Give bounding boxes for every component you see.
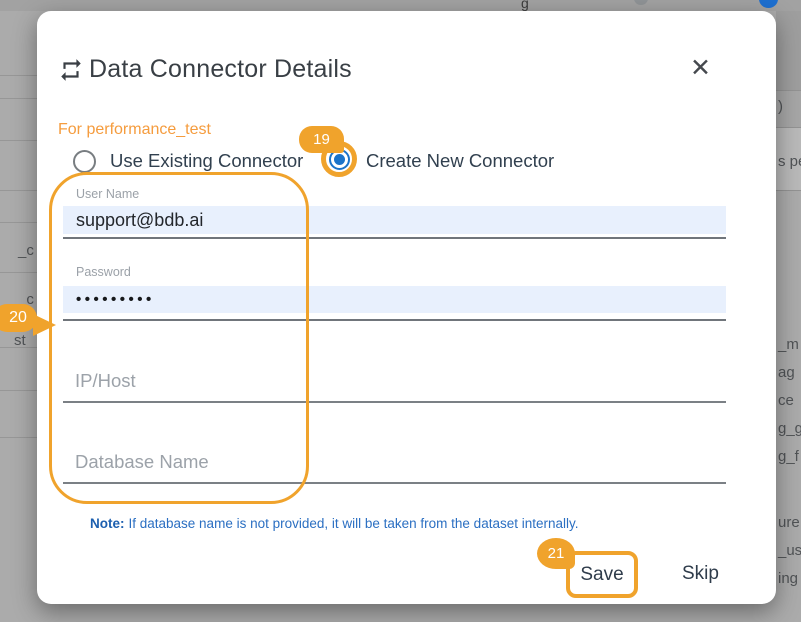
bg-row-divider [0,190,37,191]
dataset-subtitle: For performance_test [58,121,211,139]
annotation-step-badge-20: 20 [0,304,37,332]
radio-use-existing-connector[interactable] [73,150,96,173]
header-avatar-icon [634,0,648,5]
ip-host-underline [63,401,726,403]
bg-text-fragment: g [521,0,529,11]
header-user-avatar-icon [759,0,778,8]
bg-text-fragment: ure [778,514,800,531]
annotation-step-badge-19: 19 [299,126,344,153]
password-label: Password [76,265,131,279]
dialog-title: Data Connector Details [89,55,352,84]
database-name-underline [63,482,726,484]
repeat-arrows-icon [58,57,84,83]
note-text: Note: If database name is not provided, i… [90,516,579,531]
bg-text-fragment: _c [18,242,34,259]
radio-label-use-existing[interactable]: Use Existing Connector [110,150,303,172]
ip-host-input[interactable]: IP/Host [75,370,136,392]
bg-text-fragment: g_g [778,420,801,437]
note-label: Note: [90,516,125,531]
bg-row-divider [0,437,37,438]
password-input[interactable]: ••••••••• [63,286,726,313]
bg-row-divider [776,90,801,91]
bg-text-fragment: st [14,332,26,349]
bg-text-fragment: ce [778,392,794,409]
save-button[interactable]: Save [580,564,623,586]
username-input[interactable]: support@bdb.ai [63,206,726,234]
bg-text-fragment: ) [778,98,783,115]
data-connector-details-dialog: Data Connector Details ✕ For performance… [37,11,776,604]
bg-row-divider [776,127,801,128]
annotation-step-badge-21: 21 [537,538,575,569]
annotation-highlight-box: Save [566,551,638,598]
bg-text-fragment: ing [778,570,798,587]
screen: g _c _c st ) s pe _m ag ce g_g g_f ure _… [0,0,801,622]
username-label: User Name [76,187,139,201]
password-underline [63,319,726,321]
bg-row-divider [776,190,801,191]
database-name-input[interactable]: Database Name [75,451,209,473]
bg-text-fragment: _m [778,336,799,353]
connector-mode-radio-group: Use Existing Connector 19 Create New Con… [37,147,776,181]
skip-button[interactable]: Skip [682,563,719,585]
bg-text-fragment: _us [778,542,801,559]
bg-band [776,11,801,90]
close-icon[interactable]: ✕ [690,56,711,81]
bg-text-fragment: g_f [778,448,799,465]
bg-row-divider [0,390,37,391]
bg-text-fragment: ag [778,364,795,381]
note-body: If database name is not provided, it wil… [129,516,579,531]
dialog-title-row: Data Connector Details [58,55,352,84]
bg-row-divider [0,222,37,223]
username-underline [63,237,726,239]
bg-row-divider [0,98,37,99]
background-page-header: g [0,0,801,11]
bg-row-divider [0,272,37,273]
radio-selected-dot [334,154,345,165]
bg-row-divider [0,140,37,141]
bg-text-fragment: s pe [778,153,801,170]
radio-label-create-new[interactable]: Create New Connector [366,150,554,172]
bg-row-divider [0,75,37,76]
